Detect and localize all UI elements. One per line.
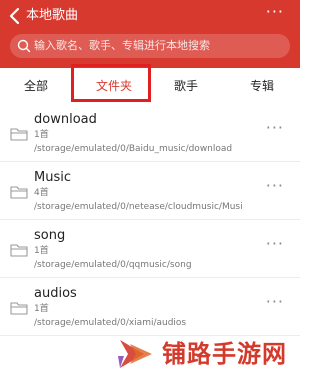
folder-path: /storage/emulated/0/xiami/audios bbox=[34, 318, 187, 328]
list-item[interactable]: audios 1首 /storage/emulated/0/xiami/audi… bbox=[0, 278, 300, 336]
row-more-button[interactable]: ··· bbox=[266, 294, 284, 310]
list-item[interactable]: Music 4首 /storage/emulated/0/netease/clo… bbox=[0, 162, 300, 220]
back-arrow-icon[interactable] bbox=[6, 6, 24, 26]
folder-name: audios bbox=[34, 286, 77, 301]
tab-all[interactable]: 全部 bbox=[14, 68, 58, 104]
tab-artist[interactable]: 歌手 bbox=[164, 68, 208, 104]
folder-icon bbox=[10, 300, 28, 315]
search-icon bbox=[16, 38, 32, 54]
folder-name: Music bbox=[34, 170, 71, 185]
watermark-text: 铺路手游网 bbox=[162, 340, 287, 368]
list-item[interactable]: song 1首 /storage/emulated/0/qqmusic/song… bbox=[0, 220, 300, 278]
folder-path: /storage/emulated/0/qqmusic/song bbox=[34, 260, 192, 270]
tab-album[interactable]: 专辑 bbox=[240, 68, 284, 104]
search-placeholder: 输入歌名、歌手、专辑进行本地搜索 bbox=[34, 39, 210, 52]
row-more-button[interactable]: ··· bbox=[266, 178, 284, 194]
folder-path: /storage/emulated/0/Baidu_music/download bbox=[34, 144, 233, 154]
title-row: 本地歌曲 ··· bbox=[0, 0, 300, 34]
song-count: 4首 bbox=[34, 188, 49, 198]
row-more-button[interactable]: ··· bbox=[266, 120, 284, 136]
folder-path: /storage/emulated/0/netease/cloudmusic/M… bbox=[34, 202, 243, 212]
song-count: 1首 bbox=[34, 304, 49, 314]
song-count: 1首 bbox=[34, 246, 49, 256]
row-more-button[interactable]: ··· bbox=[266, 236, 284, 252]
folder-icon bbox=[10, 242, 28, 257]
annotation-highlight-box bbox=[71, 64, 151, 102]
top-bar: 本地歌曲 ··· 输入歌名、歌手、专辑进行本地搜索 bbox=[0, 0, 300, 68]
folder-name: song bbox=[34, 228, 66, 243]
folder-icon bbox=[10, 126, 28, 141]
folder-icon bbox=[10, 184, 28, 199]
search-input[interactable]: 输入歌名、歌手、专辑进行本地搜索 bbox=[10, 34, 290, 58]
page-title: 本地歌曲 bbox=[26, 8, 79, 23]
more-menu-button[interactable]: ··· bbox=[266, 4, 284, 20]
watermark: 铺路手游网 bbox=[110, 330, 300, 380]
folder-name: download bbox=[34, 112, 97, 127]
watermark-logo-icon bbox=[114, 334, 158, 374]
list-item[interactable]: download 1首 /storage/emulated/0/Baidu_mu… bbox=[0, 104, 300, 162]
song-count: 1首 bbox=[34, 130, 49, 140]
